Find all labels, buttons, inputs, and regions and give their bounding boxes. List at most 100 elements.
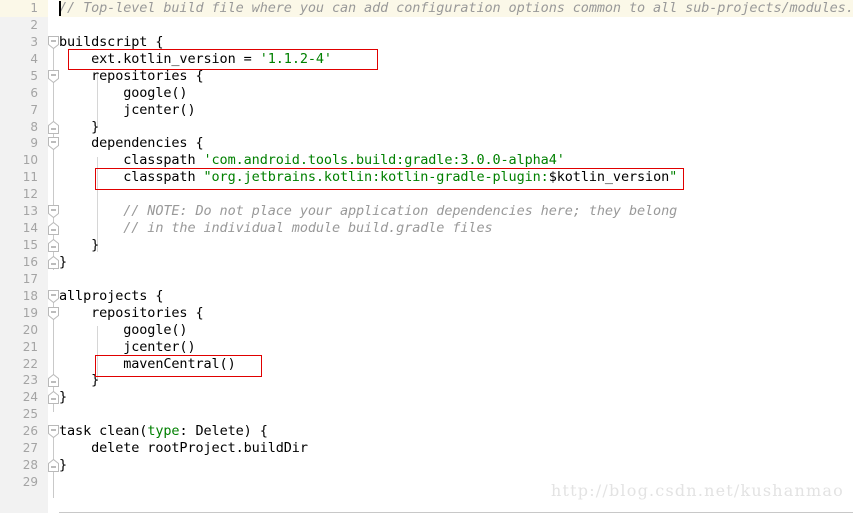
line-number: 29 (22, 475, 38, 490)
code-line: task clean(type: Delete) { (59, 423, 268, 440)
token-plain: } (59, 237, 100, 254)
text-caret (59, 1, 61, 16)
line-number: 20 (22, 322, 38, 337)
line-number: 9 (30, 136, 38, 151)
line-number: 5 (30, 68, 38, 83)
line-number: 2 (30, 17, 38, 32)
token-plain: } (59, 457, 68, 474)
code-line: } (59, 457, 67, 474)
token-plain: dependencies { (59, 135, 204, 152)
token-plain: task clean( (59, 423, 148, 440)
code-line: // NOTE: Do not place your application d… (59, 203, 677, 220)
line-number: 13 (22, 204, 38, 219)
line-number: 28 (22, 458, 38, 473)
line-number: 24 (22, 390, 38, 405)
fold-marker-open-icon[interactable] (48, 69, 59, 83)
line-number: 25 (22, 407, 38, 422)
code-line: mavenCentral() (59, 356, 235, 373)
code-line: delete rootProject.buildDir (59, 440, 308, 457)
token-plain: google() (59, 321, 188, 338)
code-line: jcenter() (59, 102, 195, 119)
token-plain: classpath (59, 169, 204, 186)
token-plain: jcenter() (59, 101, 196, 118)
fold-marker-open-icon[interactable] (48, 425, 59, 439)
token-plain: : Delete) { (179, 423, 268, 440)
token-string: 'com.android.tools.build:gradle:3.0.0-al… (203, 152, 565, 169)
line-number: 23 (22, 373, 38, 388)
token-comment: // NOTE: Do not place your application d… (59, 203, 678, 220)
code-line: repositories { (59, 304, 204, 322)
fold-marker-close-icon[interactable] (48, 239, 59, 253)
fold-marker-open-icon[interactable] (48, 137, 59, 151)
token-string: " (669, 169, 678, 186)
token-plain: ext.kotlin_version = (59, 50, 260, 67)
code-line: repositories { (59, 67, 204, 85)
code-line: classpath "org.jetbrains.kotlin:kotlin-g… (59, 169, 677, 186)
token-plain: jcenter() (59, 338, 196, 355)
token-plain: } (59, 253, 68, 270)
token-plain: classpath (59, 152, 204, 169)
code-text-area[interactable]: // Top-level build file where you can ad… (59, 0, 853, 512)
code-line: buildscript { (59, 34, 163, 51)
token-plain: buildscript { (59, 33, 164, 50)
fold-marker-close-icon[interactable] (48, 120, 59, 134)
code-line: } (59, 237, 99, 254)
token-plain: } (59, 372, 100, 389)
token-string: "org.jetbrains.kotlin:kotlin-gradle-plug… (203, 169, 549, 186)
code-line: } (59, 119, 99, 136)
fold-marker-open-icon[interactable] (48, 289, 59, 303)
line-number: 22 (22, 356, 38, 371)
token-plain: $kotlin_version (548, 169, 670, 186)
code-line: google() (59, 322, 187, 339)
line-number: 16 (22, 254, 38, 269)
code-editor[interactable]: 1 2 3 4 5 6 7 8 9 10 11 12 13 14 15 16 17 18 19 20 21 22 23 24 2… (0, 0, 853, 513)
fold-marker-open-icon[interactable] (48, 306, 59, 320)
token-plain: repositories { (59, 67, 204, 84)
fold-marker-open-icon[interactable] (48, 205, 59, 219)
line-number: 7 (30, 102, 38, 117)
token-plain: } (59, 118, 100, 135)
code-line: allprojects { (59, 288, 163, 305)
line-number: 8 (30, 119, 38, 134)
line-number: 4 (30, 51, 38, 66)
code-line: // Top-level build file where you can ad… (59, 0, 853, 17)
line-number: 21 (22, 339, 38, 354)
line-number: 10 (22, 153, 38, 168)
watermark-text: http://blog.csdn.net/kushanmao (551, 481, 844, 500)
line-number: 26 (22, 424, 38, 439)
token-named: type (147, 423, 180, 440)
code-line: // in the individual module build.gradle… (59, 220, 492, 237)
line-number: 15 (22, 238, 38, 253)
token-plain: delete rootProject.buildDir (59, 440, 308, 457)
fold-marker-close-icon[interactable] (48, 459, 59, 473)
code-line: jcenter() (59, 339, 195, 356)
token-plain: } (59, 389, 68, 406)
line-number: 27 (22, 441, 38, 456)
fold-marker-close-icon[interactable] (48, 222, 59, 236)
token-string: '1.1.2-4' (259, 50, 332, 67)
token-comment: // Top-level build file where you can ad… (59, 0, 853, 16)
code-line: } (59, 372, 99, 389)
line-number: 6 (30, 85, 38, 100)
line-number: 12 (22, 187, 38, 202)
line-number: 14 (22, 221, 38, 236)
code-line: dependencies { (59, 135, 204, 152)
line-number: 3 (30, 34, 38, 49)
fold-marker-open-icon[interactable] (48, 35, 59, 49)
fold-marker-close-icon[interactable] (48, 374, 59, 388)
token-plain: repositories { (59, 304, 204, 321)
fold-marker-close-icon[interactable] (48, 255, 59, 269)
code-line: google() (59, 85, 187, 102)
code-line: classpath 'com.android.tools.build:gradl… (59, 152, 565, 169)
fold-marker-close-icon[interactable] (48, 391, 59, 405)
code-line: } (59, 254, 67, 271)
line-number: 17 (22, 271, 38, 286)
line-number: 11 (22, 170, 38, 185)
code-line: ext.kotlin_version = '1.1.2-4' (59, 51, 332, 68)
line-number: 19 (22, 305, 38, 320)
